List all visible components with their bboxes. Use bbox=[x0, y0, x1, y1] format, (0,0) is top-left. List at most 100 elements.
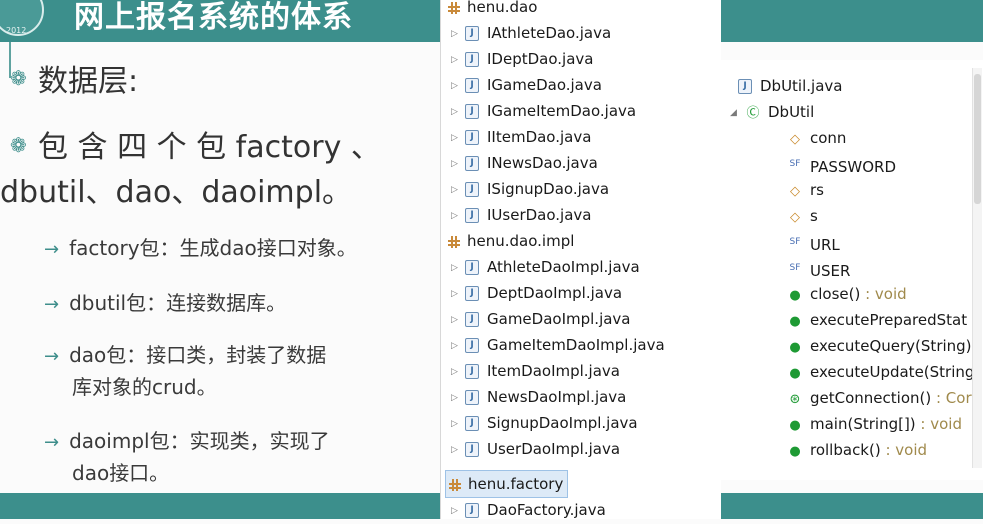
java-file-icon: J bbox=[465, 52, 479, 67]
java-file-icon: J bbox=[738, 79, 752, 94]
outline-scrollbar[interactable] bbox=[972, 68, 982, 468]
outline-member[interactable]: ● main(String[]) : void bbox=[786, 411, 962, 437]
tree-file[interactable]: ▷ J GameItemDaoImpl.java bbox=[451, 332, 665, 358]
tree-file[interactable]: ▷ J IAthleteDao.java bbox=[451, 20, 611, 46]
scrollbar-thumb[interactable] bbox=[974, 74, 981, 204]
tree-file[interactable]: ▷ J UserDaoImpl.java bbox=[451, 436, 620, 462]
expand-triangle-icon[interactable]: ▷ bbox=[451, 281, 465, 307]
tree-file[interactable]: ▷ J IGameItemDao.java bbox=[451, 98, 636, 124]
outline-member[interactable]: ● executePreparedStat bbox=[786, 307, 967, 333]
outline-file[interactable]: J DbUtil.java bbox=[738, 73, 842, 99]
tree-file[interactable]: ▷ J ItemDaoImpl.java bbox=[451, 358, 620, 384]
outline-member[interactable]: SF PASSWORD bbox=[786, 151, 896, 177]
java-file-icon: J bbox=[465, 156, 479, 171]
java-file-icon: J bbox=[465, 338, 479, 353]
final-field-icon: SF bbox=[789, 237, 801, 247]
tree-file[interactable]: ▷ J IDeptDao.java bbox=[451, 46, 593, 72]
static-method-icon: ● bbox=[789, 366, 801, 381]
tree-file[interactable]: ▷ J AthleteDaoImpl.java bbox=[451, 254, 640, 280]
java-file-icon: J bbox=[465, 104, 479, 119]
bullet-data-layer: 数据层: bbox=[38, 64, 139, 99]
sub-bullet-dbutil: → dbutil包：连接数据库。 bbox=[44, 291, 287, 315]
expand-triangle-icon[interactable]: ▷ bbox=[451, 498, 465, 524]
java-file-icon: J bbox=[465, 286, 479, 301]
expand-triangle-icon[interactable]: ▷ bbox=[451, 255, 465, 281]
expand-triangle-icon[interactable]: ▷ bbox=[451, 333, 465, 359]
slide-title: 网上报名系统的体系 bbox=[74, 0, 353, 35]
expand-triangle-icon[interactable]: ▷ bbox=[451, 177, 465, 203]
expand-triangle-icon[interactable]: ▷ bbox=[451, 73, 465, 99]
package-explorer: henu.dao ▷ J IAthleteDao.java ▷ J IDeptDao.j… bbox=[440, 0, 721, 519]
java-file-icon: J bbox=[465, 364, 479, 379]
outline-member[interactable]: ● executeUpdate(String bbox=[786, 359, 974, 385]
tree-file[interactable]: ▷ J INewsDao.java bbox=[451, 150, 598, 176]
static-method-icon: ● bbox=[789, 418, 801, 433]
java-file-icon: J bbox=[465, 442, 479, 457]
logo-year: 2012 bbox=[6, 26, 27, 35]
java-file-icon: J bbox=[465, 78, 479, 93]
java-file-icon: J bbox=[465, 208, 479, 223]
static-field-icon: ◇ bbox=[790, 210, 800, 225]
static-method-icon: ● bbox=[789, 288, 801, 303]
final-field-icon: SF bbox=[789, 263, 801, 273]
outline-member[interactable]: ● rollback() : void bbox=[786, 437, 927, 463]
bullet-swirl-icon: ❁ bbox=[10, 66, 27, 90]
sub-bullet-dao: → dao包：接口类，封装了数据 库对象的crud。 bbox=[44, 343, 327, 399]
package-icon bbox=[448, 478, 462, 492]
tree-file[interactable]: ▷ J DaoFactory.java bbox=[451, 497, 606, 523]
expand-triangle-icon[interactable]: ▷ bbox=[451, 47, 465, 73]
final-field-icon: SF bbox=[789, 159, 801, 169]
tree-file[interactable]: ▷ J ISignupDao.java bbox=[451, 176, 609, 202]
bullet-swirl-icon: ❁ bbox=[10, 133, 27, 157]
sub-bullet-daoimpl: → daoimpl包：实现类，实现了 dao接口。 bbox=[44, 429, 330, 485]
outline-member[interactable]: ● close() : void bbox=[786, 281, 906, 307]
expand-triangle-icon[interactable]: ▷ bbox=[451, 385, 465, 411]
static-method-icon: ● bbox=[789, 314, 801, 329]
tree-package-henu-dao-impl[interactable]: henu.dao.impl bbox=[447, 228, 574, 254]
tree-file[interactable]: ▷ J DeptDaoImpl.java bbox=[451, 280, 622, 306]
tree-file[interactable]: ▷ J IUserDao.java bbox=[451, 202, 591, 228]
outline-member[interactable]: SF USER bbox=[786, 255, 851, 281]
package-icon bbox=[447, 1, 461, 15]
tree-file[interactable]: ▷ J SignupDaoImpl.java bbox=[451, 410, 638, 436]
tree-file[interactable]: ▷ J IGameDao.java bbox=[451, 72, 602, 98]
bullet-packages-line1: 包 含 四 个 包 factory 、 bbox=[38, 130, 381, 165]
collapse-triangle-icon[interactable]: ◢ bbox=[730, 100, 744, 126]
outline-member[interactable]: ◇ rs bbox=[786, 177, 824, 203]
package-icon bbox=[447, 235, 461, 249]
java-file-icon: J bbox=[465, 260, 479, 275]
tree-file[interactable]: ▷ J NewsDaoImpl.java bbox=[451, 384, 626, 410]
outline-member[interactable]: ● executeQuery(String) bbox=[786, 333, 971, 359]
outline-class[interactable]: ◢ Ⓒ DbUtil bbox=[730, 99, 814, 125]
arrow-icon: → bbox=[44, 346, 60, 367]
arrow-icon: → bbox=[44, 432, 60, 453]
expand-triangle-icon[interactable]: ▷ bbox=[451, 203, 465, 229]
arrow-icon: → bbox=[44, 239, 60, 260]
outline-member[interactable]: ⊛ getConnection() : Cor bbox=[786, 385, 972, 411]
expand-triangle-icon[interactable]: ▷ bbox=[451, 307, 465, 333]
static-method-special-icon: ⊛ bbox=[789, 392, 801, 407]
static-field-icon: ◇ bbox=[790, 184, 800, 199]
tree-file[interactable]: ▷ J GameDaoImpl.java bbox=[451, 306, 631, 332]
outline-member[interactable]: ◇ conn bbox=[786, 125, 846, 151]
expand-triangle-icon[interactable]: ▷ bbox=[451, 99, 465, 125]
bullet-packages-line2: dbutil、dao、daoimpl。 bbox=[0, 175, 353, 210]
tree-package-henu-factory[interactable]: henu.factory bbox=[445, 470, 569, 498]
expand-triangle-icon[interactable]: ▷ bbox=[451, 411, 465, 437]
tree-file[interactable]: ▷ J IItemDao.java bbox=[451, 124, 591, 150]
java-file-icon: J bbox=[465, 26, 479, 41]
expand-triangle-icon[interactable]: ▷ bbox=[451, 437, 465, 463]
static-method-icon: ● bbox=[789, 444, 801, 459]
expand-triangle-icon[interactable]: ▷ bbox=[451, 359, 465, 385]
class-icon: Ⓒ bbox=[746, 106, 760, 121]
java-file-icon: J bbox=[465, 390, 479, 405]
sub-bullet-factory: → factory包：生成dao接口对象。 bbox=[44, 236, 357, 260]
static-method-icon: ● bbox=[789, 340, 801, 355]
outline-member[interactable]: SF URL bbox=[786, 229, 840, 255]
outline-member[interactable]: ◇ s bbox=[786, 203, 818, 229]
java-file-icon: J bbox=[465, 312, 479, 327]
tree-package-henu-dao[interactable]: henu.dao bbox=[447, 0, 537, 20]
expand-triangle-icon[interactable]: ▷ bbox=[451, 125, 465, 151]
expand-triangle-icon[interactable]: ▷ bbox=[451, 21, 465, 47]
expand-triangle-icon[interactable]: ▷ bbox=[451, 151, 465, 177]
